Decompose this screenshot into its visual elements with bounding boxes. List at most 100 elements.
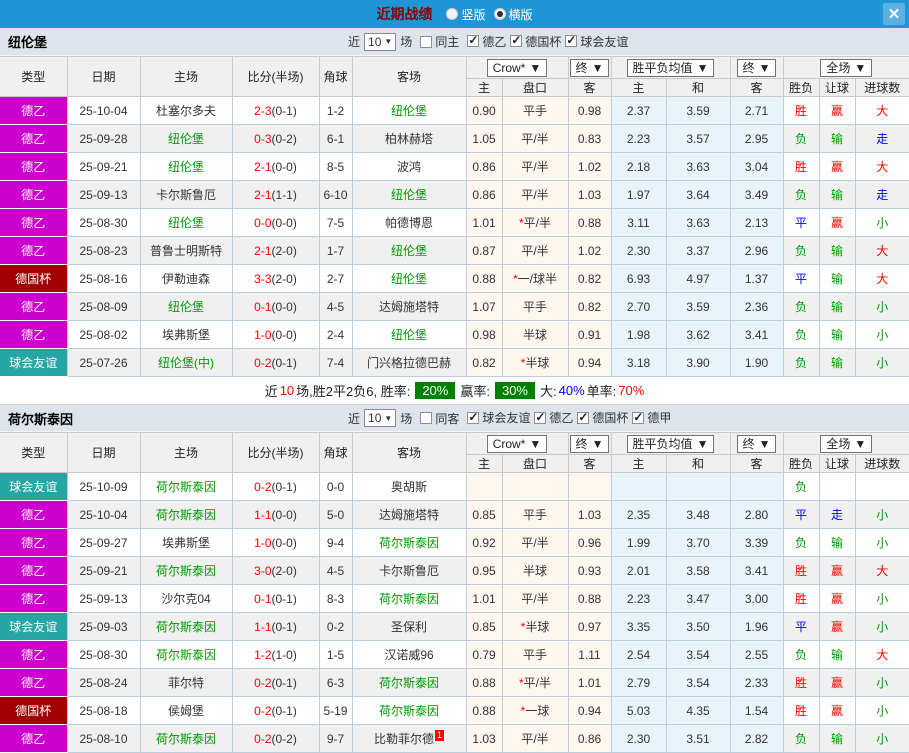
corners: 9-7 [318,724,353,753]
score-cell: 1-0(0-0) [231,320,320,349]
avg-draw: 3.57 [665,124,731,153]
league-filter-label: 德乙 [549,411,574,426]
away-team: 卡尔斯鲁厄 [351,556,467,585]
layout-horizontal-radio[interactable]: 横版 [493,6,533,23]
match-date: 25-09-28 [66,124,141,153]
fulltime-score: 3-3 [254,271,272,286]
checkbox-checked-icon: ✓ [632,409,645,424]
col-corner: 角球 [318,56,353,97]
halftime-score: (0-0) [271,507,297,522]
avg-home-win: 2.70 [610,292,667,321]
league-filter-checkbox[interactable]: ✓ 德国杯 [510,33,561,50]
summary-record: 场,胜2平2负6, 胜率: [296,384,411,399]
result-wdl: 负 [782,472,820,501]
bookmaker-select[interactable]: Crow* ▼ [486,58,548,77]
col-type: 类型 [0,56,68,97]
league-filter-checkbox[interactable]: ✓ 德国杯 [577,409,628,426]
avg-home-win: 2.37 [610,96,667,125]
wdl-average-select[interactable]: 胜平负均值 ▼ [626,434,715,453]
near-count-select[interactable]: 10 ▼ [364,32,397,51]
fulltime-score: 0-2 [254,675,272,690]
sub-col-goals-result: 进球数 [854,454,909,473]
handicap: 平/半 [501,124,569,153]
col-corner: 角球 [318,432,353,473]
league-filter-checkbox[interactable]: ✓ 德乙 [467,33,506,50]
result-handicap: 赢 [818,696,856,725]
period-select[interactable]: 全场 ▼ [820,58,873,77]
match-date: 25-07-26 [66,348,141,377]
avg-home-win: 2.35 [610,500,667,529]
league-filter-checkbox[interactable]: ✓ 球会友谊 [565,33,628,50]
odds-time-select[interactable]: 终 ▼ [569,58,610,77]
same-venue-checkbox[interactable]: 同主 [420,33,459,50]
handicap: 平/半 [501,724,569,753]
result-handicap: 输 [818,320,856,349]
chevron-down-icon: ▼ [529,60,542,75]
away-team: 纽伦堡 [351,264,467,293]
result-wdl: 负 [782,528,820,557]
result-goals: 小 [854,724,909,753]
league-filter-checkbox[interactable]: ✓ 德甲 [632,409,671,426]
home-team: 纽伦堡(中) [139,348,233,377]
odds-home: 0.85 [465,612,503,641]
result-wdl: 平 [782,208,820,237]
radio-checked-icon [493,8,506,20]
avg-draw: 3.63 [665,208,731,237]
result-handicap: 赢 [818,584,856,613]
league-filter-checkbox[interactable]: ✓ 球会友谊 [467,409,530,426]
competition-badge: 德乙 [0,236,68,265]
checkbox-checked-icon: ✓ [577,409,590,424]
result-wdl: 胜 [782,584,820,613]
result-goals: 大 [854,152,909,181]
title-bar: 近期战绩 竖版 横版 ✕ [0,0,909,28]
odds-away: 0.98 [567,96,612,125]
match-date: 25-09-13 [66,180,141,209]
wdl-average-select[interactable]: 胜平负均值 ▼ [626,58,715,77]
fulltime-score: 0-0 [254,215,272,230]
near-count-select[interactable]: 10 ▼ [364,409,397,427]
match-date: 25-08-18 [66,696,141,725]
results-table-holstein: 类型 日期 主场 比分(半场) 角球 客场 Crow* ▼ 终 ▼ 胜平负均值 ▼ 终… [0,432,909,753]
result-goals: 小 [854,320,909,349]
result-handicap: 赢 [818,612,856,641]
corners: 4-5 [318,292,353,321]
avg-draw: 3.47 [665,584,731,613]
match-row: 德乙 25-08-10 荷尔斯泰因 0-2(0-2) 9-7 比勒菲尔德 1 1.… [0,724,909,753]
avg-away-win: 2.96 [729,236,784,265]
odds-time-select[interactable]: 终 ▼ [569,434,610,453]
avg-away-win: 3.04 [729,152,784,181]
corners: 1-2 [318,96,353,125]
league-filter-checkbox[interactable]: ✓ 德乙 [534,409,573,426]
close-button[interactable]: ✕ [883,3,905,25]
corners: 6-1 [318,124,353,153]
result-goals: 大 [854,640,909,669]
match-date: 25-10-04 [66,96,141,125]
score-cell: 0-3(0-2) [231,124,320,153]
layout-vertical-radio[interactable]: 竖版 [446,6,486,23]
away-team: 纽伦堡 [351,236,467,265]
away-team: 纽伦堡 [351,180,467,209]
period-select[interactable]: 全场 ▼ [820,434,873,453]
halftime-score: (0-1) [271,103,297,118]
odds-home: 0.88 [465,696,503,725]
odds-away: 0.96 [567,528,612,557]
result-wdl: 胜 [782,696,820,725]
score-cell: 2-1(1-1) [231,180,320,209]
match-row: 德乙 25-08-24 菲尔特 0-2(0-1) 6-3 荷尔斯泰因 0.88 … [0,668,909,697]
avg-home-win: 6.93 [610,264,667,293]
league-filter-label: 德国杯 [592,411,629,426]
avg-draw: 3.51 [665,724,731,753]
result-goals: 大 [854,556,909,585]
radio-horizontal-label: 横版 [508,7,533,22]
score-cell: 2-1(0-0) [231,152,320,181]
sub-col-away-odds: 客 [567,454,612,473]
odds-home: 0.82 [465,348,503,377]
avg-home-win: 2.23 [610,584,667,613]
wdl-time-select[interactable]: 终 ▼ [736,434,777,453]
corners: 2-7 [318,264,353,293]
same-venue-checkbox[interactable]: 同客 [420,410,459,427]
corners: 6-10 [318,180,353,209]
fulltime-score: 1-1 [254,619,272,634]
wdl-time-select[interactable]: 终 ▼ [736,58,777,77]
bookmaker-select[interactable]: Crow* ▼ [486,434,548,453]
